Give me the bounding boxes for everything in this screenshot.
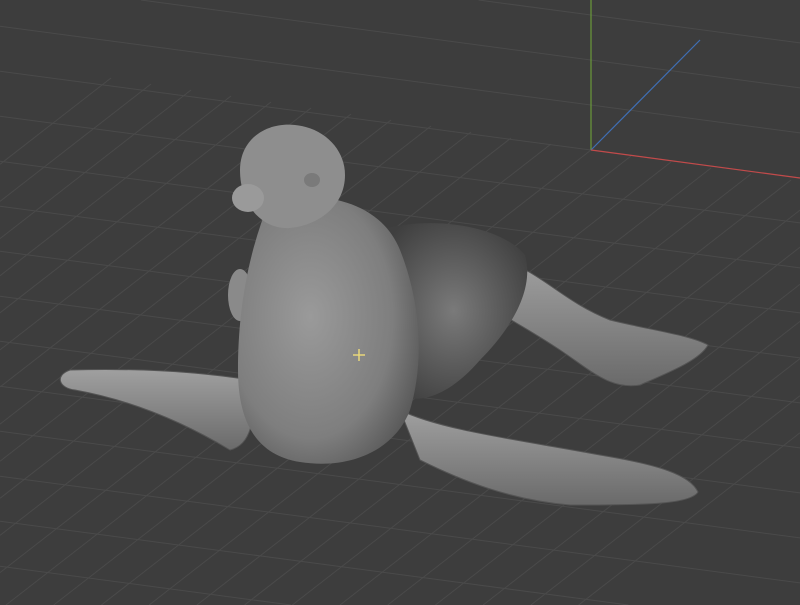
grid-line xyxy=(0,25,800,134)
axis-z-line xyxy=(590,39,701,151)
grid-line xyxy=(0,95,232,277)
3d-viewport[interactable] xyxy=(0,0,800,605)
grid-line xyxy=(0,115,800,224)
grid-line xyxy=(0,89,192,239)
left-flipper xyxy=(60,369,254,451)
ear xyxy=(304,173,320,187)
grid-line xyxy=(478,0,800,44)
grid-line xyxy=(0,83,152,202)
axis-x-line xyxy=(590,149,800,179)
viewport-canvas[interactable] xyxy=(0,0,800,605)
grid-line xyxy=(140,0,800,89)
grid-line xyxy=(0,520,629,605)
snout xyxy=(232,184,264,212)
grid-line xyxy=(0,565,292,605)
grid-line xyxy=(0,77,112,165)
body xyxy=(238,196,419,464)
